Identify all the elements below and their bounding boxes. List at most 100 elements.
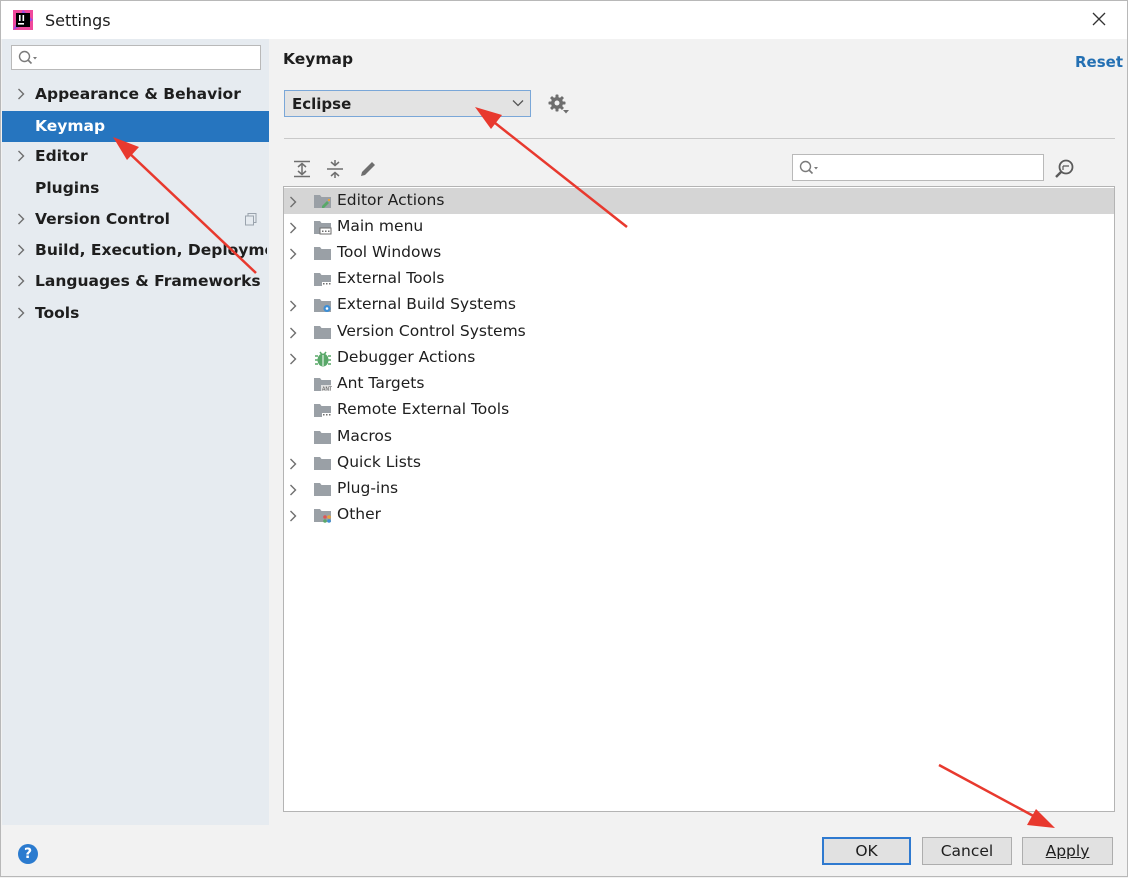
sidebar-item-appearance-behavior[interactable]: Appearance & Behavior <box>2 79 269 110</box>
folder-icon <box>314 457 331 470</box>
chevron-right-icon[interactable] <box>289 510 297 522</box>
tree-row[interactable]: Plug-ins <box>284 476 1114 502</box>
sidebar-item-label: Languages & Frameworks <box>35 272 261 290</box>
keymap-settings-button[interactable] <box>548 94 570 120</box>
tree-row[interactable]: Quick Lists <box>284 450 1114 476</box>
chevron-right-icon[interactable] <box>289 327 297 339</box>
chevron-right-icon[interactable] <box>289 353 297 365</box>
sidebar-search-input[interactable] <box>11 45 261 70</box>
chevron-right-icon[interactable] <box>289 222 297 234</box>
chevron-right-icon <box>18 150 25 162</box>
chevron-right-icon <box>18 88 25 100</box>
settings-dialog: Settings Appearance & Behavior Keymap Ed… <box>0 0 1128 877</box>
sidebar-item-editor[interactable]: Editor <box>2 141 269 172</box>
keymap-select[interactable]: Eclipse <box>284 90 531 117</box>
editor-actions-folder-icon <box>314 195 331 208</box>
tree-row[interactable]: Version Control Systems <box>284 319 1114 345</box>
keymap-panel: Keymap Reset Eclipse Editor Actions Main… <box>269 39 1127 825</box>
tree-row[interactable]: External Tools <box>284 266 1114 292</box>
ant-folder-icon: ANT <box>314 378 332 393</box>
apply-button[interactable]: Apply <box>1022 837 1113 865</box>
help-button[interactable]: ? <box>18 844 38 864</box>
reset-link[interactable]: Reset <box>1075 53 1123 71</box>
chevron-right-icon <box>18 307 25 319</box>
sidebar-item-plugins[interactable]: Plugins <box>2 173 269 204</box>
svg-text:ANT: ANT <box>322 387 332 393</box>
tree-row[interactable]: Remote External Tools <box>284 397 1114 423</box>
search-icon <box>18 50 37 65</box>
bug-icon <box>315 351 331 367</box>
sidebar-item-label: Version Control <box>35 210 170 228</box>
intellij-app-icon <box>13 10 33 30</box>
tree-row[interactable]: Debugger Actions <box>284 345 1114 371</box>
chevron-right-icon[interactable] <box>289 248 297 260</box>
ok-button[interactable]: OK <box>822 837 911 865</box>
search-icon <box>799 160 818 175</box>
build-systems-folder-icon <box>314 299 331 312</box>
chevron-down-icon <box>512 100 524 107</box>
main-menu-folder-icon <box>314 221 332 235</box>
tree-row[interactable]: Main menu <box>284 214 1114 240</box>
window-title: Settings <box>45 11 111 30</box>
settings-sidebar: Appearance & Behavior Keymap Editor Plug… <box>2 39 269 825</box>
chevron-right-icon[interactable] <box>289 458 297 470</box>
tree-row-label: Remote External Tools <box>337 400 510 418</box>
tree-row-label: Tool Windows <box>337 243 442 261</box>
tree-row[interactable]: Other <box>284 502 1114 528</box>
chevron-right-icon[interactable] <box>289 196 297 208</box>
chevron-right-icon[interactable] <box>289 300 297 312</box>
tree-row-label: Editor Actions <box>337 191 445 209</box>
chevron-right-icon[interactable] <box>289 484 297 496</box>
tree-row[interactable]: Macros <box>284 424 1114 450</box>
chevron-right-icon <box>18 275 25 287</box>
divider <box>284 138 1115 139</box>
edit-shortcut-icon[interactable] <box>359 160 377 178</box>
chevron-right-icon <box>18 244 25 256</box>
sidebar-item-label: Appearance & Behavior <box>35 85 241 103</box>
close-button[interactable] <box>1085 5 1113 33</box>
sidebar-item-keymap[interactable]: Keymap <box>2 111 269 142</box>
sidebar-item-label: Build, Execution, Deployment <box>35 241 267 259</box>
tree-row-label: Quick Lists <box>337 453 421 471</box>
title-bar: Settings <box>1 1 1127 39</box>
tree-row-label: External Build Systems <box>337 295 516 313</box>
collapse-all-icon[interactable] <box>326 160 344 178</box>
keymap-select-value: Eclipse <box>292 95 352 113</box>
keymap-actions-tree: Editor Actions Main menu Tool Windows Ex… <box>283 186 1115 812</box>
sidebar-item-build-execution-deployment[interactable]: Build, Execution, Deployment <box>2 235 269 266</box>
cancel-button[interactable]: Cancel <box>922 837 1012 865</box>
expand-all-icon[interactable] <box>293 160 311 178</box>
sidebar-item-label: Keymap <box>35 117 106 135</box>
close-icon <box>1092 12 1106 26</box>
filter-search-input[interactable] <box>792 154 1044 181</box>
tree-row-label: Other <box>337 505 382 523</box>
tree-row[interactable]: Editor Actions <box>284 188 1114 214</box>
folder-icon <box>314 431 331 444</box>
chevron-right-icon <box>18 213 25 225</box>
gear-icon <box>548 94 569 114</box>
sidebar-item-version-control[interactable]: Version Control <box>2 204 269 235</box>
tree-row-label: Debugger Actions <box>337 348 476 366</box>
tree-row-label: External Tools <box>337 269 445 287</box>
folder-icon <box>314 247 331 260</box>
sidebar-item-label: Editor <box>35 147 88 165</box>
find-by-shortcut-icon[interactable] <box>1054 158 1076 180</box>
tree-row[interactable]: Tool Windows <box>284 240 1114 266</box>
page-title: Keymap <box>283 50 354 68</box>
tree-row-label: Version Control Systems <box>337 322 526 340</box>
tree-row-label: Plug-ins <box>337 479 399 497</box>
tree-row-label: Ant Targets <box>337 374 425 392</box>
tree-row-label: Main menu <box>337 217 424 235</box>
folder-icon <box>314 483 331 496</box>
project-scope-icon <box>245 213 257 226</box>
tree-row[interactable]: External Build Systems <box>284 292 1114 318</box>
tree-row-label: Macros <box>337 427 392 445</box>
external-tools-folder-icon <box>314 273 331 286</box>
folder-icon <box>314 326 331 339</box>
sidebar-item-label: Plugins <box>35 179 100 197</box>
sidebar-item-tools[interactable]: Tools <box>2 298 269 329</box>
sidebar-item-languages-frameworks[interactable]: Languages & Frameworks <box>2 266 269 297</box>
sidebar-item-label: Tools <box>35 304 80 322</box>
tree-row[interactable]: ANT Ant Targets <box>284 371 1114 397</box>
remote-tools-folder-icon <box>314 404 331 417</box>
